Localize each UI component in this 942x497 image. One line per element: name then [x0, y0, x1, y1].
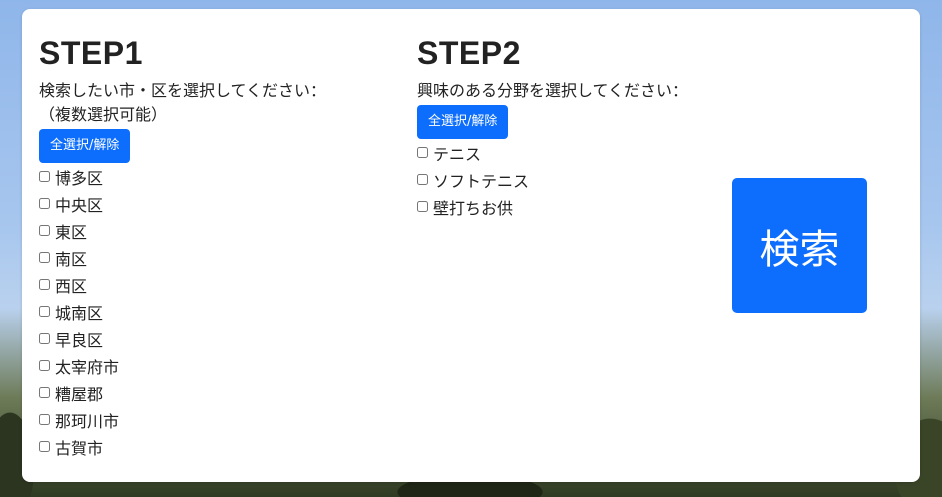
step2-section: STEP2 興味のある分野を選択してください： 全選択/解除 テニス ソフトテニ…: [417, 33, 747, 220]
field-option: テニス: [417, 139, 747, 166]
area-checkbox[interactable]: [39, 306, 50, 317]
area-option-label: 太宰府市: [55, 357, 120, 377]
area-option-label: 東区: [55, 222, 88, 242]
area-option-label: 那珂川市: [55, 411, 120, 431]
area-option: 西区: [39, 271, 389, 298]
step1-select-all-button[interactable]: 全選択/解除: [39, 129, 131, 163]
field-option: 壁打ちお供: [417, 193, 747, 220]
area-option: 南区: [39, 244, 389, 271]
area-checkbox[interactable]: [39, 225, 50, 236]
area-checkbox-list: 博多区 中央区 東区 南区 西区 城南区 早良区 太宰府市 糟屋郡 那珂川市 古…: [39, 163, 389, 460]
field-checkbox[interactable]: [417, 147, 428, 158]
step1-prompt-line1: 検索したい市・区を選択してください：: [39, 81, 327, 100]
field-checkbox-list: テニス ソフトテニス 壁打ちお供: [417, 139, 747, 220]
field-checkbox[interactable]: [417, 174, 428, 185]
field-option-label: 壁打ちお供: [433, 198, 514, 218]
area-checkbox[interactable]: [39, 333, 50, 344]
area-option-label: 城南区: [55, 303, 104, 323]
area-option: 城南区: [39, 298, 389, 325]
area-checkbox[interactable]: [39, 279, 50, 290]
step1-title: STEP1: [39, 35, 143, 71]
area-option-label: 博多区: [55, 168, 104, 188]
area-checkbox[interactable]: [39, 360, 50, 371]
area-option: 那珂川市: [39, 406, 389, 433]
area-option-label: 早良区: [55, 330, 104, 350]
step2-select-all-button[interactable]: 全選択/解除: [417, 105, 509, 139]
area-checkbox[interactable]: [39, 441, 50, 452]
search-panel: STEP1 検索したい市・区を選択してください： （複数選択可能） 全選択/解除…: [22, 9, 920, 482]
step1-section: STEP1 検索したい市・区を選択してください： （複数選択可能） 全選択/解除…: [39, 33, 389, 460]
area-checkbox[interactable]: [39, 198, 50, 209]
area-option-label: 西区: [55, 276, 88, 296]
step1-prompt-line2: （複数選択可能）: [39, 105, 168, 124]
step2-title: STEP2: [417, 35, 521, 71]
step1-prompt: 検索したい市・区を選択してください： （複数選択可能）: [39, 79, 389, 127]
area-option: 太宰府市: [39, 352, 389, 379]
area-option: 博多区: [39, 163, 389, 190]
area-option: 中央区: [39, 190, 389, 217]
area-option-label: 糟屋郡: [55, 384, 104, 404]
area-option-label: 南区: [55, 249, 88, 269]
field-checkbox[interactable]: [417, 201, 428, 212]
area-option: 糟屋郡: [39, 379, 389, 406]
field-option-label: ソフトテニス: [433, 171, 530, 191]
field-option-label: テニス: [433, 144, 482, 164]
step2-prompt: 興味のある分野を選択してください：: [417, 81, 689, 100]
area-checkbox[interactable]: [39, 171, 50, 182]
area-checkbox[interactable]: [39, 387, 50, 398]
field-option: ソフトテニス: [417, 166, 747, 193]
area-checkbox[interactable]: [39, 252, 50, 263]
area-checkbox[interactable]: [39, 414, 50, 425]
area-option-label: 中央区: [55, 195, 104, 215]
area-option: 東区: [39, 217, 389, 244]
area-option: 早良区: [39, 325, 389, 352]
search-button[interactable]: 検索: [732, 178, 867, 313]
area-option-label: 古賀市: [55, 438, 104, 458]
area-option: 古賀市: [39, 433, 389, 460]
